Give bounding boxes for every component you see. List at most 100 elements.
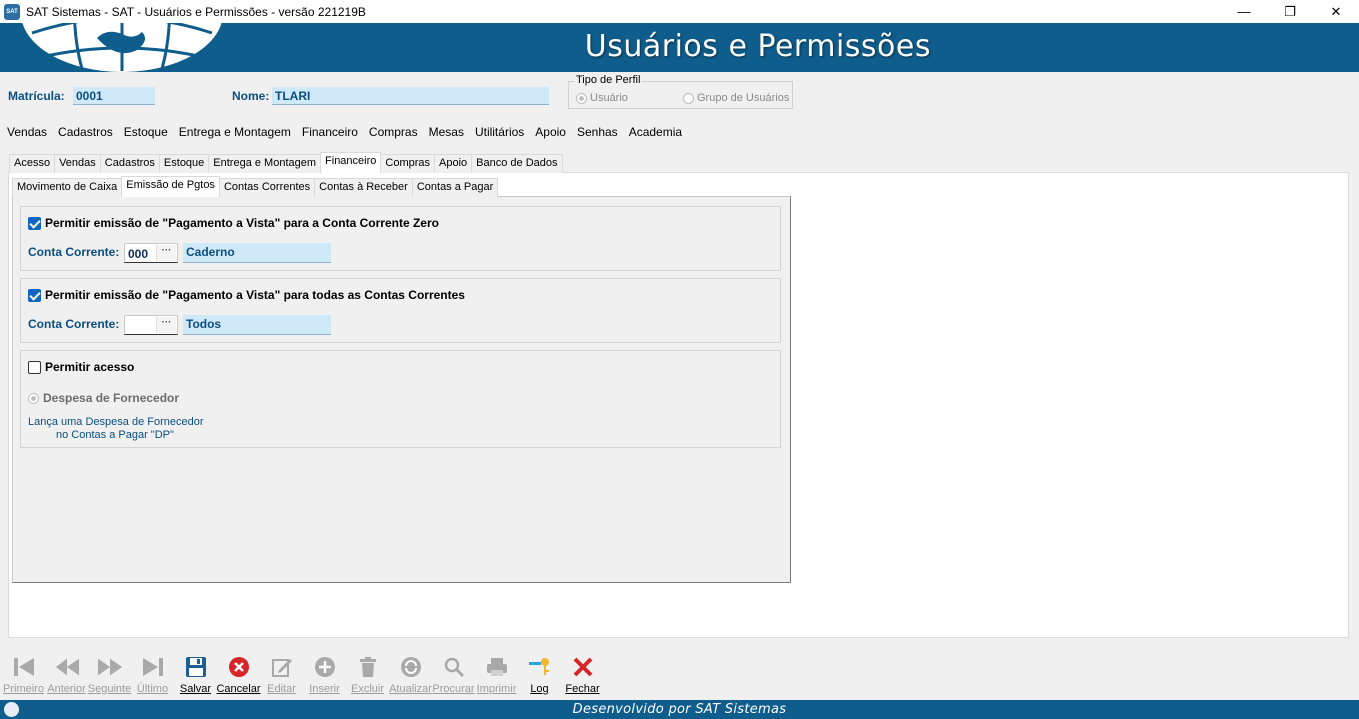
- edit-icon: [271, 659, 292, 677]
- lookup-button-1[interactable]: ···: [156, 245, 176, 261]
- menu-academia[interactable]: Academia: [629, 125, 682, 139]
- tab-contas-correntes[interactable]: Contas Correntes: [218, 178, 316, 197]
- perfil-usuario-label: Usuário: [590, 92, 628, 104]
- first-icon: [13, 658, 34, 676]
- radio-icon: [576, 92, 587, 104]
- conta-corrente-name-1: Caderno: [183, 243, 331, 263]
- tab-cadastros[interactable]: Cadastros: [99, 154, 160, 173]
- tab-banco-dados[interactable]: Banco de Dados: [471, 154, 563, 173]
- conta-corrente-label-2: Conta Corrente:: [28, 317, 120, 331]
- insert-icon: [314, 657, 335, 677]
- nome-field[interactable]: TLARI: [272, 87, 549, 105]
- page-title: Usuários e Permissões: [584, 29, 931, 64]
- delete-icon: [359, 657, 376, 677]
- cancel-label: Cancelar: [216, 683, 261, 695]
- window-titlebar: SAT SAT Sistemas - SAT - Usuários e Perm…: [0, 0, 1359, 23]
- maximize-button[interactable]: ❐: [1267, 0, 1313, 23]
- tab-financeiro[interactable]: Financeiro: [320, 152, 382, 173]
- menu-financeiro[interactable]: Financeiro: [302, 125, 358, 139]
- menu-senhas[interactable]: Senhas: [577, 125, 618, 139]
- matricula-label: Matrícula:: [8, 89, 65, 103]
- checkbox-unchecked-icon[interactable]: [28, 360, 41, 374]
- checkbox-checked-icon[interactable]: [28, 288, 41, 302]
- bottom-toolbar: Primeiro Anterior Seguinte Último Salvar…: [0, 650, 1359, 700]
- save-label: Salvar: [179, 683, 212, 695]
- tab-vendas[interactable]: Vendas: [54, 154, 101, 173]
- despesa-fornecedor-label: Despesa de Fornecedor: [43, 391, 180, 405]
- tab-compras[interactable]: Compras: [380, 154, 436, 173]
- app-header: Usuários e Permissões: [0, 23, 1359, 72]
- refresh-label: Atualizar: [389, 683, 432, 695]
- tab-acesso[interactable]: Acesso: [9, 154, 56, 173]
- lookup-button-2[interactable]: ···: [156, 317, 176, 333]
- delete-button[interactable]: Excluir: [346, 650, 389, 700]
- conta-corrente-name-2: Todos: [183, 315, 331, 335]
- log-label: Log: [530, 683, 549, 695]
- tabs-level2: Movimento de Caixa Emissão de Pgtos Cont…: [12, 176, 499, 197]
- tab-entrega-montagem[interactable]: Entrega e Montagem: [208, 154, 322, 173]
- next-label: Seguinte: [87, 683, 132, 695]
- menu-mesas[interactable]: Mesas: [429, 125, 464, 139]
- menu-vendas[interactable]: Vendas: [7, 125, 47, 139]
- save-button[interactable]: Salvar: [174, 650, 217, 700]
- search-icon: [444, 657, 464, 678]
- close-label: Fechar: [565, 683, 600, 695]
- menu-compras[interactable]: Compras: [369, 125, 418, 139]
- tabs-level1: Acesso Vendas Cadastros Estoque Entrega …: [9, 152, 563, 173]
- tab-contas-receber[interactable]: Contas à Receber: [314, 178, 413, 197]
- tab-contas-pagar[interactable]: Contas a Pagar: [411, 178, 499, 197]
- conta-corrente-code-input-2[interactable]: ···: [124, 315, 178, 335]
- next-button[interactable]: Seguinte: [88, 650, 131, 700]
- print-icon: [486, 658, 507, 676]
- edit-button[interactable]: Editar: [260, 650, 303, 700]
- menu-utilitarios[interactable]: Utilitários: [475, 125, 524, 139]
- print-label: Imprimir: [476, 683, 517, 695]
- minimize-button[interactable]: —: [1221, 0, 1267, 23]
- conta-zero-checkbox-row[interactable]: Permitir emissão de "Pagamento a Vista" …: [28, 216, 439, 230]
- previous-button[interactable]: Anterior: [45, 650, 88, 700]
- radio-icon: [28, 392, 39, 404]
- perfil-legend: Tipo de Perfil: [574, 74, 643, 86]
- insert-button[interactable]: Inserir: [303, 650, 346, 700]
- close-icon: [573, 657, 592, 677]
- todas-contas-checkbox-row[interactable]: Permitir emissão de "Pagamento a Vista" …: [28, 288, 465, 302]
- insert-label: Inserir: [309, 683, 340, 695]
- edit-label: Editar: [267, 683, 296, 695]
- conta-corrente-code-input-1[interactable]: 000 ···: [124, 243, 178, 263]
- close-button[interactable]: Fechar: [561, 650, 604, 700]
- tab-movimento-caixa[interactable]: Movimento de Caixa: [12, 178, 123, 197]
- radio-icon: [683, 92, 694, 104]
- search-label: Procurar: [432, 683, 475, 695]
- first-button[interactable]: Primeiro: [2, 650, 45, 700]
- tab-estoque[interactable]: Estoque: [158, 154, 210, 173]
- app-icon: SAT: [4, 3, 20, 20]
- last-button[interactable]: Último: [131, 650, 174, 700]
- matricula-field[interactable]: 0001: [73, 87, 155, 105]
- perfil-usuario-radio[interactable]: Usuário: [576, 92, 628, 104]
- cancel-button[interactable]: Cancelar: [216, 650, 261, 700]
- perfil-grupo-radio[interactable]: Grupo de Usuários: [683, 92, 789, 104]
- menu-entrega-montagem[interactable]: Entrega e Montagem: [179, 125, 291, 139]
- log-button[interactable]: Log: [518, 650, 561, 700]
- previous-label: Anterior: [47, 683, 86, 695]
- log-icon: [528, 658, 549, 675]
- menu-bar: Vendas Cadastros Estoque Entrega e Monta…: [0, 121, 1359, 143]
- despesa-fornecedor-radio[interactable]: Despesa de Fornecedor: [28, 391, 179, 405]
- menu-cadastros[interactable]: Cadastros: [58, 125, 113, 139]
- conta-zero-checkbox-label: Permitir emissão de "Pagamento a Vista" …: [45, 216, 439, 230]
- refresh-button[interactable]: Atualizar: [389, 650, 432, 700]
- print-button[interactable]: Imprimir: [475, 650, 518, 700]
- permitir-acesso-checkbox-row[interactable]: Permitir acesso: [28, 360, 134, 374]
- menu-estoque[interactable]: Estoque: [124, 125, 168, 139]
- nome-label: Nome:: [232, 89, 270, 103]
- footer-bar: Desenvolvido por SAT Sistemas: [0, 700, 1359, 719]
- menu-apoio[interactable]: Apoio: [535, 125, 566, 139]
- checkbox-checked-icon[interactable]: [28, 216, 41, 230]
- window-title: SAT Sistemas - SAT - Usuários e Permissõ…: [26, 4, 366, 19]
- close-window-button[interactable]: ✕: [1313, 0, 1359, 23]
- search-button[interactable]: Procurar: [432, 650, 475, 700]
- globe-logo-icon: [22, 23, 222, 72]
- tab-apoio[interactable]: Apoio: [434, 154, 473, 173]
- tab-emissao-pgtos[interactable]: Emissão de Pgtos: [121, 176, 220, 197]
- conta-corrente-label-1: Conta Corrente:: [28, 245, 120, 259]
